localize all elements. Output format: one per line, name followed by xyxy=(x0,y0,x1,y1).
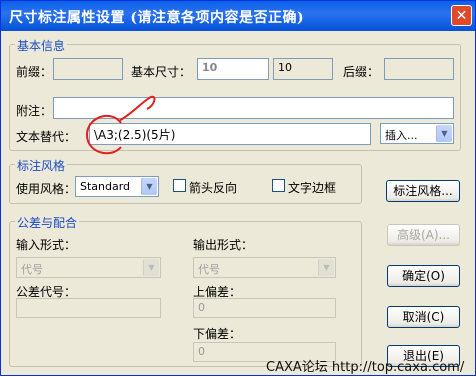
chevron-down-icon: ▼ xyxy=(143,259,159,276)
use-style-label: 使用风格： xyxy=(16,182,77,196)
tolerance-group-title: 公差与配合 xyxy=(15,214,80,231)
dimension-properties-dialog: 尺寸标注属性设置 (请注意各项内容是否正确) ✕ 基本信息 前缀： 基本尺寸： … xyxy=(0,0,476,376)
style-select[interactable]: Standard ▼ xyxy=(75,176,159,197)
upper-deviation-field[interactable]: 0 xyxy=(193,298,336,318)
chevron-down-icon: ▼ xyxy=(141,178,157,195)
arrow-reverse-label: 箭头反向 xyxy=(189,181,238,195)
tolerance-code-field[interactable] xyxy=(16,298,161,318)
input-form-value: 代号 xyxy=(21,263,43,276)
watermark: CAXA论坛 http://top.caxa.com/ xyxy=(266,360,465,375)
output-form-label: 输出形式： xyxy=(193,238,254,252)
advanced-button[interactable]: 高级(A)... xyxy=(387,224,460,246)
style-group-title: 标注风格 xyxy=(15,157,68,174)
style-select-value: Standard xyxy=(80,180,131,193)
input-form-select[interactable]: 代号 ▼ xyxy=(16,257,161,278)
style-settings-button[interactable]: 标注风格... xyxy=(386,180,460,202)
cancel-button[interactable]: 取消(C) xyxy=(387,306,460,328)
arrow-reverse-checkbox[interactable] xyxy=(173,179,186,192)
ok-button[interactable]: 确定(O) xyxy=(387,265,460,287)
text-border-checkbox[interactable] xyxy=(272,179,285,192)
lower-deviation-label: 下偏差： xyxy=(193,327,242,341)
chevron-down-icon: ▼ xyxy=(318,259,334,276)
output-form-select[interactable]: 代号 ▼ xyxy=(193,257,336,278)
input-form-label: 输入形式： xyxy=(16,238,77,252)
text-border-label: 文字边框 xyxy=(288,181,337,195)
output-form-value: 代号 xyxy=(198,263,220,276)
